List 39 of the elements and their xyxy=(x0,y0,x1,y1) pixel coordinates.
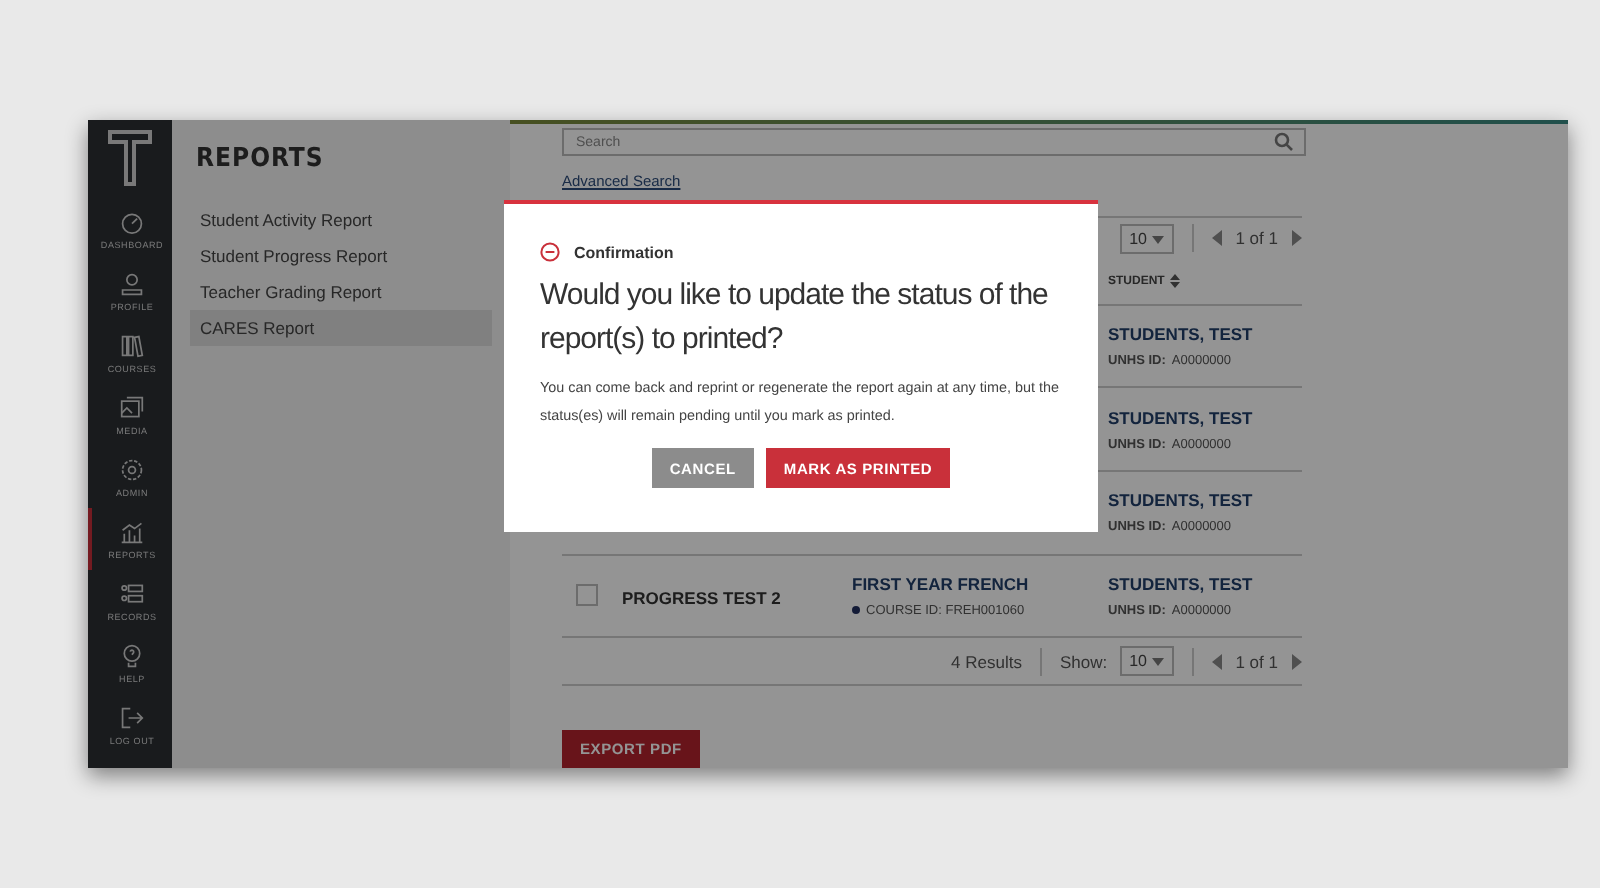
caret-icon xyxy=(1151,235,1164,244)
student-name[interactable]: STUDENTS, TEST xyxy=(1108,490,1302,511)
report-link[interactable]: CARES Report xyxy=(190,310,492,346)
show-label: Show: xyxy=(1059,651,1108,672)
help-icon xyxy=(120,643,144,667)
logout-icon xyxy=(120,705,144,729)
user-icon xyxy=(120,271,144,295)
prev-icon[interactable] xyxy=(1211,230,1224,247)
image-icon xyxy=(120,395,144,419)
panel-title: REPORTS xyxy=(196,144,326,174)
report-link[interactable]: Teacher Grading Report xyxy=(190,274,492,310)
show-select[interactable]: 10 xyxy=(1119,223,1174,254)
prev-icon[interactable] xyxy=(1211,653,1224,670)
page-indicator: 1 of 1 xyxy=(1235,228,1278,249)
next-icon[interactable] xyxy=(1290,653,1302,670)
dialog-heading: Confirmation xyxy=(574,243,674,261)
report-link[interactable]: Student Activity Report xyxy=(190,202,492,238)
logo-icon xyxy=(106,128,154,188)
chart-icon xyxy=(120,519,144,543)
show-select[interactable]: 10 xyxy=(1119,646,1174,677)
student-name[interactable]: STUDENTS, TEST xyxy=(1108,573,1302,594)
search-icon xyxy=(1274,132,1294,152)
course-name[interactable]: FIRST YEAR FRENCH xyxy=(852,573,1108,594)
page-indicator: 1 of 1 xyxy=(1235,651,1278,672)
records-icon xyxy=(120,581,144,605)
row-checkbox[interactable] xyxy=(576,584,598,607)
dialog-question: Would you like to update the status of the report(s) to printed? xyxy=(540,276,1050,360)
sort-icon[interactable] xyxy=(1170,274,1181,289)
caret-icon xyxy=(1151,658,1164,667)
minus-circle-icon xyxy=(540,242,560,262)
student-name[interactable]: STUDENTS, TEST xyxy=(1108,407,1302,428)
next-icon[interactable] xyxy=(1290,230,1302,247)
settings-icon xyxy=(120,457,144,481)
report-link[interactable]: Student Progress Report xyxy=(190,238,492,274)
student-name[interactable]: STUDENTS, TEST xyxy=(1108,323,1302,344)
gauge-icon xyxy=(120,209,144,233)
books-icon xyxy=(120,333,144,357)
results-count: 4 Results xyxy=(951,651,1022,672)
report-name: PROGRESS TEST 2 xyxy=(622,587,781,608)
